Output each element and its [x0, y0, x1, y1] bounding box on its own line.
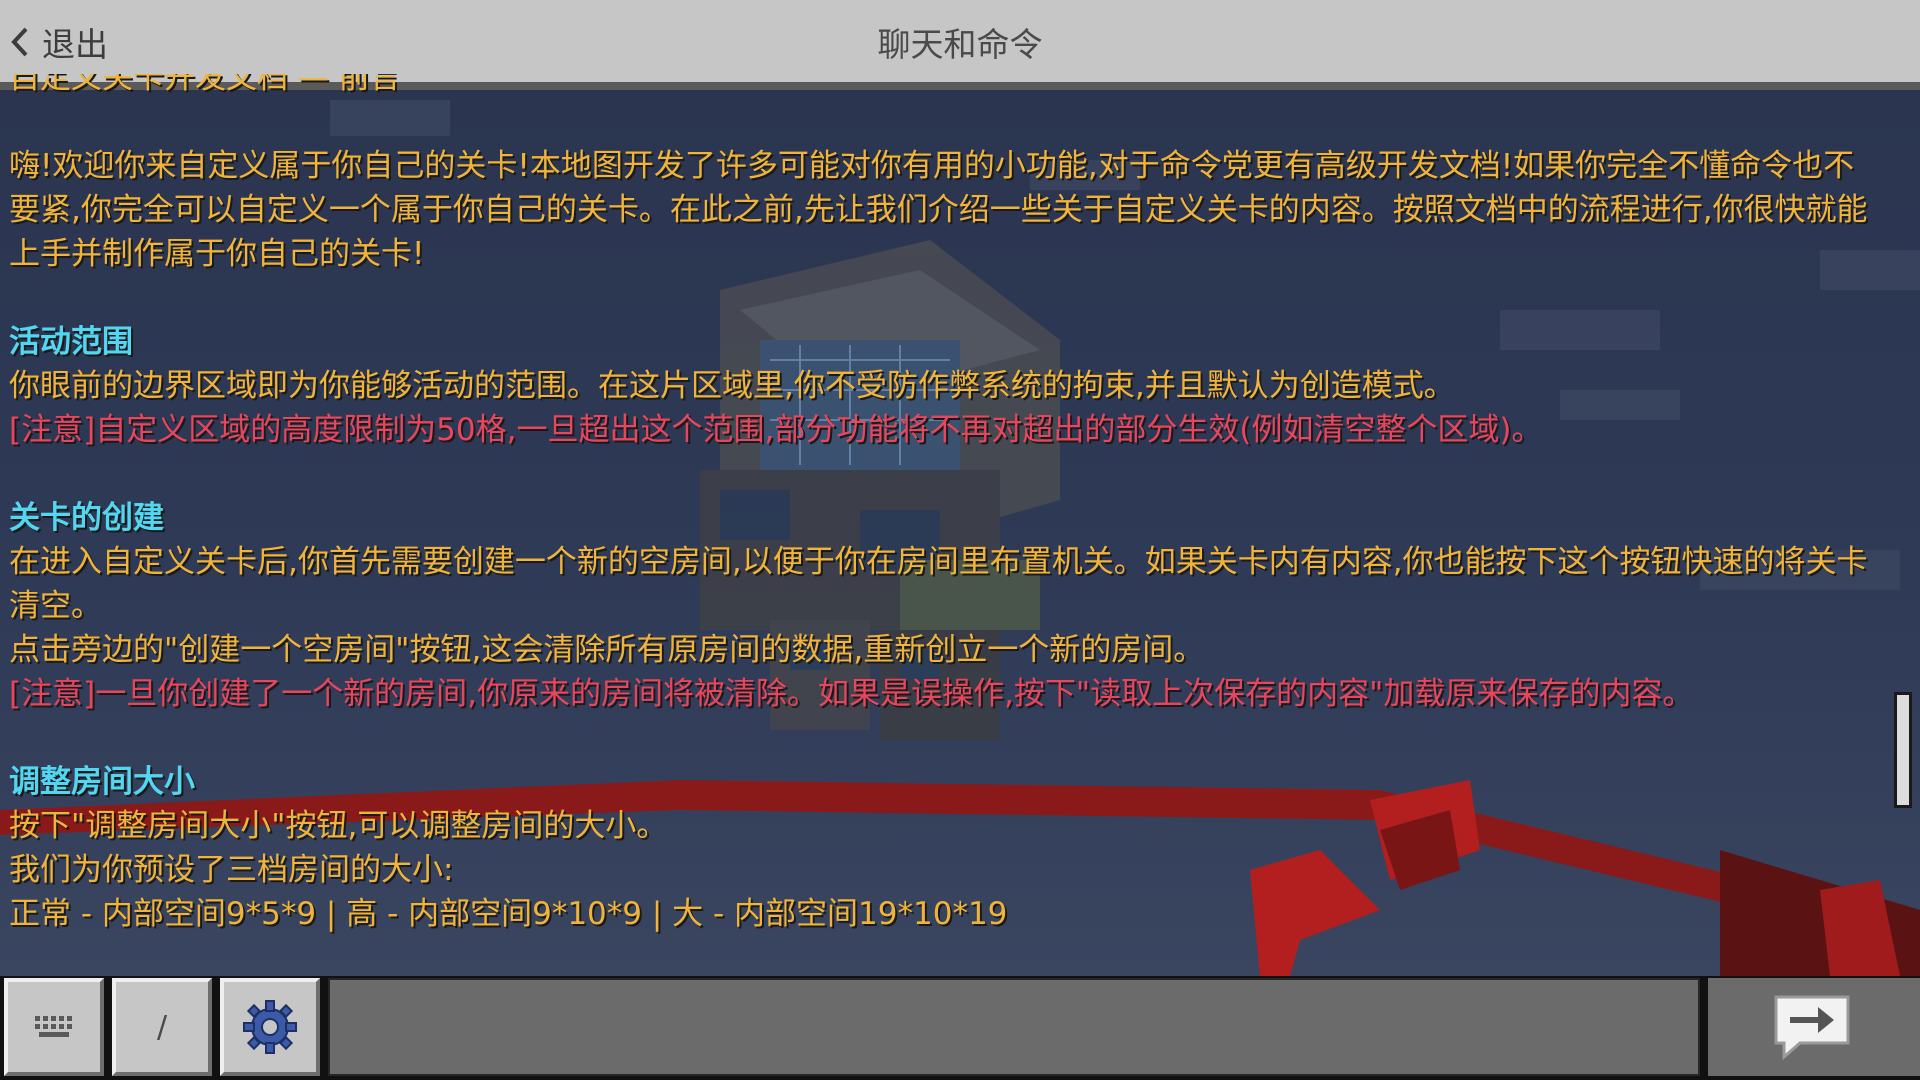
keyboard-icon — [35, 1016, 72, 1037]
settings-button[interactable] — [220, 978, 320, 1076]
section-heading-level-creation: 关卡的创建 — [9, 500, 164, 536]
page-title: 聊天和命令 — [877, 25, 1043, 64]
send-button[interactable] — [1770, 991, 1854, 1063]
chat-line: 我们为你预设了三档房间的大小: — [9, 852, 454, 888]
slash-label: / — [156, 1009, 168, 1045]
chat-log[interactable]: 自定义关卡开发文档 — 前言 嗨!欢迎你来自定义属于你自己的关卡!本地图开发了许… — [0, 74, 1880, 976]
chat-line: 按下"调整房间大小"按钮,可以调整房间的大小。 — [9, 808, 668, 844]
chat-line: 正常 - 内部空间9*5*9 | 高 - 内部空间9*10*9 | 大 - 内部… — [9, 896, 1008, 932]
section-heading-activity-range: 活动范围 — [9, 324, 133, 360]
chat-line-warning: [注意]自定义区域的高度限制为50格,一旦超出这个范围,部分功能将不再对超出的部… — [9, 412, 1543, 448]
chat-intro-text: 嗨!欢迎你来自定义属于你自己的关卡!本地图开发了许多可能对你有用的小功能,对于命… — [9, 148, 1868, 272]
gear-icon — [243, 1000, 297, 1054]
keyboard-button[interactable] — [4, 978, 104, 1076]
chat-line: 在进入自定义关卡后,你首先需要创建一个新的空房间,以便于你在房间里布置机关。如果… — [9, 544, 1868, 624]
chat-line: 你眼前的边界区域即为你能够活动的范围。在这片区域里,你不受防作弊系统的拘束,并且… — [9, 368, 1455, 404]
send-arrow-icon — [1774, 995, 1850, 1061]
command-slash-button[interactable]: / — [112, 978, 212, 1076]
chat-line-warning: [注意]一旦你创建了一个新的房间,你原来的房间将被清除。如果是误操作,按下"读取… — [9, 676, 1694, 712]
chat-input[interactable] — [328, 978, 1700, 1076]
section-heading-room-size: 调整房间大小 — [9, 764, 195, 800]
chat-line: 点击旁边的"创建一个空房间"按钮,这会清除所有原房间的数据,重新创立一个新的房间… — [9, 632, 1205, 668]
chat-scrollbar-thumb[interactable] — [1894, 692, 1912, 808]
chat-line-partial-heading: 自定义关卡开发文档 — 前言 — [9, 74, 401, 96]
